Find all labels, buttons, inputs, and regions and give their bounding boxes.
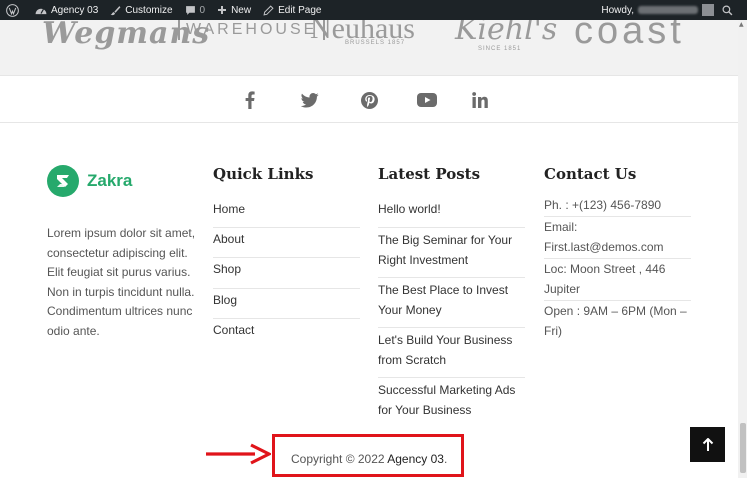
latest-post-link[interactable]: Successful Marketing Ads for Your Busine… <box>378 378 525 427</box>
contact-location: Loc: Moon Street , 446 Jupiter <box>544 259 691 301</box>
youtube-icon <box>417 93 437 107</box>
pencil-icon <box>263 4 274 16</box>
dashboard-icon <box>35 8 47 14</box>
arrow-up-icon <box>702 437 713 451</box>
contact-hours: Open : 9AM – 6PM (Mon – Fri) <box>544 304 687 338</box>
site-name-label: Agency 03 <box>51 4 99 16</box>
contact-phone: Ph. : +(123) 456-7890 <box>544 195 691 217</box>
warehouse-logo: WAREHOUSE <box>178 20 326 40</box>
latest-posts-title: Latest Posts <box>378 165 481 183</box>
edit-page-button[interactable]: Edit Page <box>257 0 327 20</box>
howdy-label: Howdy, <box>601 4 634 16</box>
comments-button[interactable]: 0 <box>179 0 212 20</box>
footer-brand-name: Zakra <box>87 171 133 190</box>
search-icon <box>722 4 733 15</box>
linkedin-link[interactable] <box>470 90 490 110</box>
quick-link-contact[interactable]: Contact <box>213 319 360 349</box>
username-blurred <box>638 6 698 14</box>
wordpress-icon <box>6 3 19 17</box>
scrollbar-thumb[interactable] <box>740 423 746 473</box>
avatar <box>702 4 714 16</box>
new-label: New <box>231 4 252 16</box>
quick-links-title: Quick Links <box>213 165 314 183</box>
brush-icon <box>110 5 121 15</box>
comment-icon <box>185 5 195 15</box>
quick-links-list: Home About Shop Blog Contact <box>213 198 360 349</box>
customize-button[interactable]: Customize <box>104 0 178 20</box>
edit-page-label: Edit Page <box>278 4 322 16</box>
scrollbar-up-arrow-icon[interactable]: ▲ <box>739 21 744 28</box>
wordpress-logo-button[interactable] <box>0 0 29 20</box>
contact-us-title: Contact Us <box>544 165 637 183</box>
quick-link-home[interactable]: Home <box>213 198 360 229</box>
facebook-link[interactable] <box>240 90 260 110</box>
facebook-icon <box>245 91 255 109</box>
social-links-bar <box>0 75 747 123</box>
page-scrollbar[interactable] <box>738 20 747 478</box>
contact-email: Email: First.last@demos.com <box>544 217 691 259</box>
neuhaus-logo-sub: BRUSSELS 1857 <box>345 40 406 46</box>
kiehls-logo: Kiehl's <box>455 20 558 47</box>
account-menu[interactable]: Howdy, <box>595 0 720 20</box>
youtube-link[interactable] <box>417 90 437 110</box>
pinterest-icon <box>360 91 378 109</box>
site-name-menu[interactable]: Agency 03 <box>29 0 104 20</box>
kiehls-logo-sub: SINCE 1851 <box>478 46 522 52</box>
coast-logo: coast <box>574 20 685 52</box>
admin-search-button[interactable] <box>720 0 747 20</box>
zakra-logo-icon <box>47 165 79 197</box>
twitter-link[interactable] <box>300 90 320 110</box>
latest-posts-list: Hello world! The Big Seminar for Your Ri… <box>378 197 525 427</box>
pinterest-link[interactable] <box>359 90 379 110</box>
quick-link-shop[interactable]: Shop <box>213 258 360 289</box>
scroll-to-top-button[interactable] <box>690 427 725 462</box>
contact-list: Ph. : +(123) 456-7890 Email: First.last@… <box>544 195 691 342</box>
comments-count: 0 <box>199 4 206 16</box>
footer-logo[interactable]: Zakra <box>47 165 132 197</box>
latest-post-link[interactable]: Let's Build Your Business from Scratch <box>378 328 525 378</box>
footer-about-text: Lorem ipsum dolor sit amet, consectetur … <box>47 226 196 338</box>
client-logos-band: Wegmans WAREHOUSE Neuhaus BRUSSELS 1857 … <box>0 20 747 75</box>
highlight-box-annotation <box>272 434 464 477</box>
twitter-icon <box>301 92 319 108</box>
quick-link-blog[interactable]: Blog <box>213 289 360 319</box>
red-arrow-annotation <box>206 443 271 465</box>
plus-icon <box>218 6 227 14</box>
latest-post-link[interactable]: Hello world! <box>378 197 525 228</box>
linkedin-icon <box>472 92 488 108</box>
latest-post-link[interactable]: The Best Place to Invest Your Money <box>378 278 525 328</box>
wp-admin-bar: Agency 03 Customize 0 New Edit Page Howd… <box>0 0 747 20</box>
latest-post-link[interactable]: The Big Seminar for Your Right Investmen… <box>378 228 525 278</box>
new-content-button[interactable]: New <box>211 0 257 20</box>
quick-link-about[interactable]: About <box>213 228 360 259</box>
customize-label: Customize <box>125 4 173 16</box>
